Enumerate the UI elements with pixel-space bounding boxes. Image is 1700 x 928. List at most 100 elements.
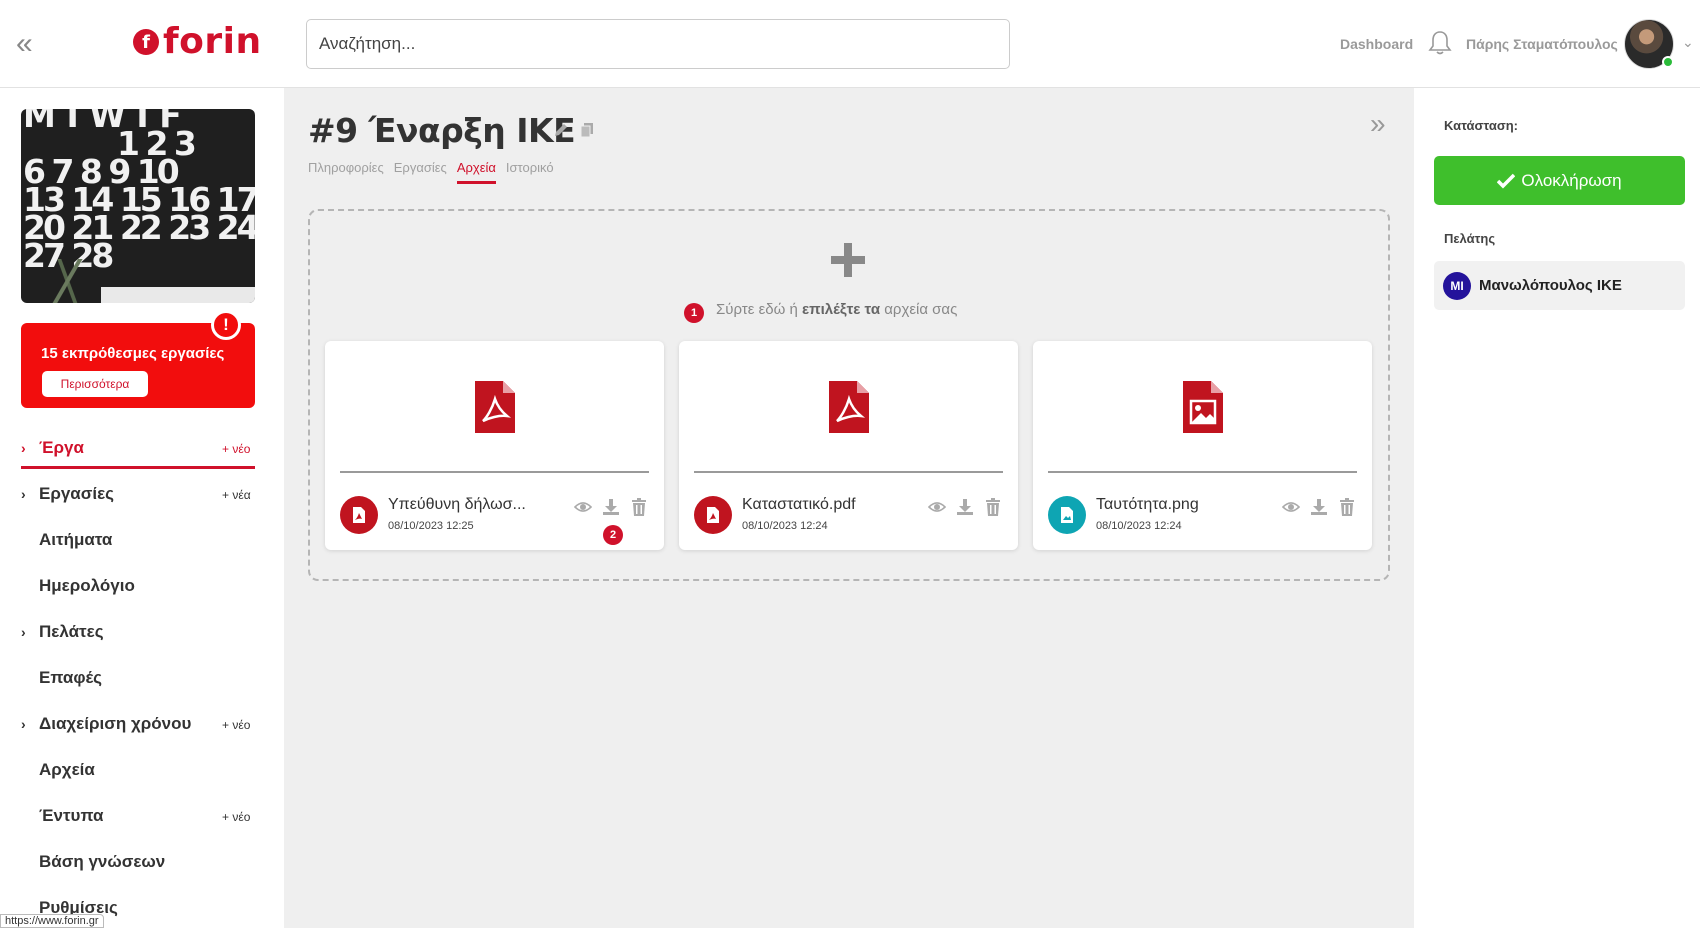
- file-date: 08/10/2023 12:25: [388, 520, 474, 532]
- file-date: 08/10/2023 12:24: [742, 520, 828, 532]
- edit-pencil-icon[interactable]: [553, 122, 569, 138]
- file-actions: [1282, 498, 1356, 516]
- trash-icon[interactable]: [630, 498, 648, 516]
- desk-strip: [101, 287, 255, 303]
- dropzone-text-after: αρχεία σας: [884, 301, 958, 318]
- sidebar-item-files[interactable]: Αρχεία: [0, 752, 284, 792]
- more-button[interactable]: Περισσότερα: [42, 371, 148, 397]
- chevron-right-icon: ›: [21, 624, 26, 640]
- sidebar-item-label: Αιτήματα: [39, 530, 113, 549]
- file-dropzone[interactable]: 1 Σύρτε εδώ ή επιλέξτε τα αρχεία σας Υπε…: [308, 209, 1390, 581]
- eye-icon[interactable]: [1282, 498, 1300, 516]
- sidebar-item-label: Έντυπα: [39, 806, 104, 825]
- sidebar-item-requests[interactable]: Αιτήματα: [0, 522, 284, 562]
- chevron-right-icon: ›: [21, 716, 26, 732]
- dashboard-link[interactable]: Dashboard: [1340, 36, 1413, 52]
- file-name: Ταυτότητα.png: [1096, 496, 1199, 513]
- new-form-link[interactable]: + νέο: [222, 810, 250, 824]
- calendar-image: M T W T F 1 2 3 6 7 8 9 10 13 14 15 16 1…: [21, 109, 255, 303]
- eye-icon[interactable]: [574, 498, 592, 516]
- download-icon[interactable]: [956, 498, 974, 516]
- tab-bar: Πληροφορίες Εργασίες Αρχεία Ιστορικό: [308, 160, 564, 184]
- sidebar-item-clients[interactable]: › Πελάτες: [0, 614, 284, 654]
- image-icon: [1061, 507, 1073, 523]
- client-label: Πελάτης: [1444, 231, 1496, 246]
- file-actions: [574, 498, 648, 516]
- client-name: Μανωλόπουλος ΙΚΕ: [1479, 277, 1622, 294]
- expand-panel-icon[interactable]: »: [1370, 108, 1386, 140]
- step-badge: 2: [603, 525, 623, 545]
- pdf-icon: [829, 381, 869, 433]
- user-name[interactable]: Πάρης Σταματόπουλος: [1466, 36, 1618, 52]
- sidebar-item-label: Εργασίες: [39, 484, 115, 503]
- collapse-sidebar-icon[interactable]: «: [16, 29, 33, 59]
- logo-mark: f: [133, 29, 159, 55]
- sidebar-item-label: Αρχεία: [39, 760, 95, 779]
- eye-icon[interactable]: [928, 498, 946, 516]
- sidebar-item-knowledge-base[interactable]: Βάση γνώσεων: [0, 844, 284, 884]
- link-preview-status: https://www.forin.gr: [0, 914, 104, 928]
- sidebar: M T W T F 1 2 3 6 7 8 9 10 13 14 15 16 1…: [0, 88, 284, 928]
- search-input[interactable]: [306, 19, 1010, 69]
- tab-files[interactable]: Αρχεία: [456, 160, 496, 184]
- page-title: #9 Έναρξη ΙΚΕ: [308, 111, 576, 150]
- trash-icon[interactable]: [1338, 498, 1356, 516]
- sidebar-item-label: Έργα: [39, 438, 84, 457]
- logo-text: forin: [163, 21, 262, 62]
- plus-icon[interactable]: [829, 241, 867, 279]
- complete-button-label: Ολοκλήρωση: [1521, 170, 1622, 190]
- sidebar-item-contacts[interactable]: Επαφές: [0, 660, 284, 700]
- sidebar-item-calendar[interactable]: Ημερολόγιο: [0, 568, 284, 608]
- download-icon[interactable]: [602, 498, 620, 516]
- alert-icon: !: [211, 310, 241, 340]
- copy-icon[interactable]: [579, 122, 595, 138]
- sidebar-item-tasks[interactable]: › Εργασίες + νέα: [0, 476, 284, 516]
- forin-logo[interactable]: f forin: [133, 22, 262, 62]
- sidebar-item-label: Επαφές: [39, 668, 103, 687]
- file-date: 08/10/2023 12:24: [1096, 520, 1182, 532]
- chevron-down-icon[interactable]: ⌄: [1682, 34, 1694, 51]
- online-status-dot: [1662, 56, 1674, 68]
- sidebar-item-label: Διαχείριση χρόνου: [39, 714, 192, 733]
- file-name: Καταστατικό.pdf: [742, 496, 856, 513]
- trash-icon[interactable]: [984, 498, 1002, 516]
- details-panel: Κατάσταση: Ολοκλήρωση Πελάτης ΜΙ Μανωλόπ…: [1414, 88, 1700, 928]
- active-underline: [21, 466, 255, 469]
- sidebar-item-label: Ημερολόγιο: [39, 576, 135, 595]
- file-actions: [928, 498, 1002, 516]
- pdf-file-badge: [694, 496, 732, 534]
- overdue-tasks-title: 15 εκπρόθεσμες εργασίες: [41, 345, 225, 362]
- file-card[interactable]: Υπεύθυνη δήλωσ... 08/10/2023 12:25 2: [325, 341, 664, 550]
- tab-tasks[interactable]: Εργασίες: [394, 160, 447, 184]
- new-task-link[interactable]: + νέα: [222, 488, 251, 502]
- image-file-badge: [1048, 496, 1086, 534]
- check-icon: [1497, 173, 1516, 188]
- sidebar-item-forms[interactable]: Έντυπα + νέο: [0, 798, 284, 838]
- chevron-right-icon: ›: [21, 486, 26, 502]
- pdf-icon: [475, 381, 515, 433]
- file-card[interactable]: Καταστατικό.pdf 08/10/2023 12:24: [679, 341, 1018, 550]
- card-divider: [1048, 471, 1357, 473]
- image-icon: [1183, 381, 1223, 433]
- card-divider: [340, 471, 649, 473]
- file-card[interactable]: Ταυτότητα.png 08/10/2023 12:24: [1033, 341, 1372, 550]
- plant-decoration: [47, 259, 97, 303]
- pdf-icon: [707, 507, 719, 523]
- complete-button[interactable]: Ολοκλήρωση: [1434, 156, 1685, 205]
- new-time-entry-link[interactable]: + νέο: [222, 718, 250, 732]
- download-icon[interactable]: [1310, 498, 1328, 516]
- sidebar-item-label: Πελάτες: [39, 622, 104, 641]
- client-card[interactable]: ΜΙ Μανωλόπουλος ΙΚΕ: [1434, 261, 1685, 310]
- new-project-link[interactable]: + νέο: [222, 442, 250, 456]
- step-badge: 1: [684, 303, 704, 323]
- sidebar-item-time-management[interactable]: › Διαχείριση χρόνου + νέο: [0, 706, 284, 746]
- top-header: « f forin Dashboard Πάρης Σταματόπουλος …: [0, 0, 1700, 88]
- dropzone-text-before: Σύρτε εδώ ή: [716, 301, 798, 318]
- tab-history[interactable]: Ιστορικό: [506, 160, 554, 184]
- select-files-link[interactable]: επιλέξτε τα: [802, 301, 880, 318]
- bell-icon[interactable]: [1428, 30, 1452, 56]
- sidebar-item-projects[interactable]: › Έργα + νέο: [0, 430, 284, 470]
- status-label: Κατάσταση:: [1444, 118, 1519, 133]
- tab-info[interactable]: Πληροφορίες: [308, 160, 384, 184]
- card-divider: [694, 471, 1003, 473]
